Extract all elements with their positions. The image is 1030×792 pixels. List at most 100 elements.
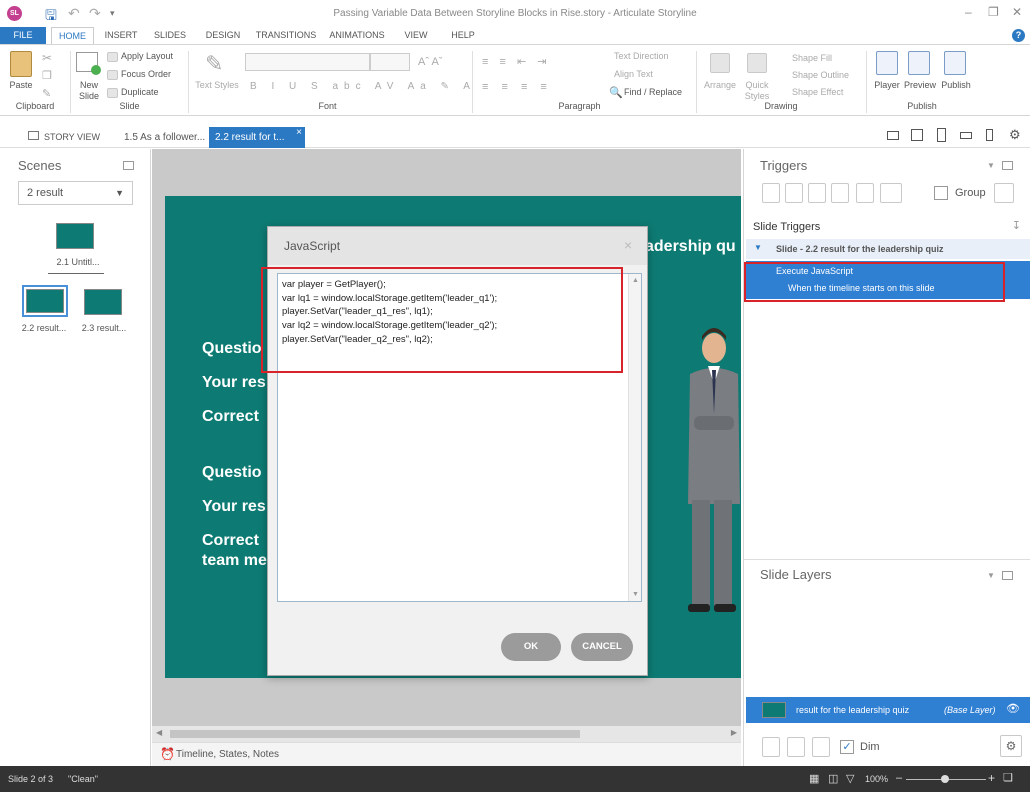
menu-slides[interactable]: SLIDES	[152, 27, 188, 44]
panel-menu-icon[interactable]: ▼	[987, 161, 995, 170]
zoom-out-icon[interactable]: –	[896, 772, 902, 784]
normal-view-icon[interactable]: ▦	[809, 772, 819, 785]
duplicate-layer-icon[interactable]	[787, 737, 805, 757]
align-text-button[interactable]: Align Text	[614, 69, 653, 79]
find-replace-button[interactable]: Find / Replace	[624, 87, 682, 97]
gear-icon[interactable]: ⚙	[1009, 127, 1021, 143]
quick-styles-button[interactable]: Quick Styles	[740, 80, 774, 102]
slide-thumbnail-2-3[interactable]	[84, 289, 122, 315]
scroll-thumb[interactable]	[170, 730, 580, 738]
layer-settings-icon[interactable]: ⚙	[1000, 735, 1022, 757]
slide-thumbnail-2-2-selected[interactable]	[22, 285, 68, 317]
new-slide-button[interactable]: New Slide	[73, 80, 105, 102]
shape-fill-button[interactable]: Shape Fill	[792, 53, 832, 63]
new-trigger-icon[interactable]	[762, 183, 780, 203]
delete-layer-icon[interactable]	[812, 737, 830, 757]
scene-dropdown[interactable]: 2 result ▼	[18, 181, 133, 205]
minimize-icon[interactable]: –	[965, 5, 972, 19]
player-button[interactable]: Player	[872, 80, 902, 90]
copy-icon[interactable]: ❐	[42, 69, 52, 82]
slide-thumbnail-2-1[interactable]	[56, 223, 94, 249]
shape-effect-button[interactable]: Shape Effect	[792, 87, 843, 97]
panel-menu-icon[interactable]: ▼	[987, 571, 995, 580]
restore-icon[interactable]: ❐	[988, 5, 999, 19]
dim-checkbox[interactable]: ✓	[840, 740, 854, 754]
trigger-slide-row[interactable]: ▼ Slide - 2.2 result for the leadership …	[746, 239, 1030, 259]
zoom-slider-thumb[interactable]	[941, 775, 949, 783]
text-styles-icon[interactable]: ✎	[205, 51, 223, 77]
publish-button[interactable]: Publish	[939, 80, 973, 90]
tab-slide-1-5[interactable]: 1.5 As a follower...	[118, 127, 211, 148]
tab-story-view[interactable]: STORY VIEW	[38, 127, 106, 148]
menu-design[interactable]: DESIGN	[202, 27, 244, 44]
focus-order-button[interactable]: Focus Order	[121, 69, 171, 79]
eye-icon[interactable]: 👁	[1006, 702, 1020, 715]
text-direction-button[interactable]: Text Direction	[614, 51, 669, 61]
text-styles-button[interactable]: Text Styles	[193, 80, 241, 90]
fit-icon[interactable]: ▽	[846, 772, 854, 785]
scroll-left-icon[interactable]: ◀	[156, 728, 162, 737]
trigger-settings-icon[interactable]	[994, 183, 1014, 203]
help-icon[interactable]: ?	[1012, 29, 1025, 42]
desktop-view-icon[interactable]	[887, 131, 899, 140]
apply-layout-button[interactable]: Apply Layout	[121, 51, 173, 61]
menu-view[interactable]: VIEW	[398, 27, 434, 44]
font-family-select[interactable]	[245, 53, 370, 71]
font-size-select[interactable]	[370, 53, 410, 71]
move-trigger-icon[interactable]	[880, 183, 902, 203]
menu-help[interactable]: HELP	[446, 27, 480, 44]
menu-home[interactable]: HOME	[51, 27, 94, 44]
dialog-close-icon[interactable]: ×	[624, 237, 632, 253]
code-scrollbar[interactable]: ▲ ▼	[628, 274, 641, 601]
format-painter-icon[interactable]: ✎	[42, 87, 51, 100]
timeline-bar[interactable]: ⏰ Timeline, States, Notes	[152, 742, 741, 766]
ok-button[interactable]: OK	[501, 633, 561, 661]
menu-animations[interactable]: ANIMATIONS	[327, 27, 387, 44]
list-icons[interactable]: ≡ ≡ ⇤ ⇥	[482, 55, 550, 68]
menu-transitions[interactable]: TRANSITIONS	[254, 27, 318, 44]
story-tabs: STORY VIEW 1.5 As a follower... 2.2 resu…	[0, 124, 1030, 148]
arrange-button[interactable]: Arrange	[702, 80, 738, 90]
menu-insert[interactable]: INSERT	[103, 27, 139, 44]
cancel-button[interactable]: CANCEL	[571, 633, 633, 661]
phone-landscape-icon[interactable]	[960, 132, 972, 139]
scroll-up-icon[interactable]: ▲	[632, 277, 639, 284]
slide-sorter-icon[interactable]: ◫	[828, 772, 838, 785]
restore-panel-icon[interactable]	[1002, 161, 1013, 170]
canvas-horizontal-scrollbar[interactable]: ◀ ▶	[152, 726, 741, 742]
preview-button[interactable]: Preview	[903, 80, 937, 90]
new-layer-icon[interactable]	[762, 737, 780, 757]
collapse-icon[interactable]: ↧	[1012, 219, 1021, 232]
close-tab-icon[interactable]: ×	[296, 122, 302, 143]
edit-trigger-icon[interactable]	[785, 183, 803, 203]
close-window-icon[interactable]: ✕	[1012, 5, 1022, 19]
menu-file[interactable]: FILE	[0, 27, 46, 44]
paste-trigger-icon[interactable]	[831, 183, 849, 203]
phone-portrait-icon[interactable]	[986, 129, 993, 141]
slide-team-member: team me	[202, 552, 267, 569]
font-format-icons[interactable]: B I U S abc AV Aa ✎ A	[250, 81, 476, 92]
base-layer-row[interactable]: result for the leadership quiz (Base Lay…	[746, 697, 1030, 723]
fit-window-icon[interactable]: ❏	[1003, 771, 1013, 784]
publish-icon	[944, 51, 966, 75]
group-checkbox[interactable]	[934, 186, 948, 200]
grow-font-icon[interactable]: Aˆ Aˇ	[418, 56, 442, 68]
copy-trigger-icon[interactable]	[808, 183, 826, 203]
paste-icon[interactable]	[10, 51, 32, 77]
shape-outline-button[interactable]: Shape Outline	[792, 70, 849, 80]
cut-icon[interactable]: ✂	[42, 51, 52, 65]
align-icons[interactable]: ≡ ≡ ≡ ≡	[482, 81, 552, 93]
delete-trigger-icon[interactable]	[856, 183, 874, 203]
restore-panel-icon[interactable]	[1002, 571, 1013, 580]
tablet-landscape-icon[interactable]	[911, 129, 923, 141]
scroll-right-icon[interactable]: ▶	[731, 728, 737, 737]
expand-icon[interactable]: ▼	[754, 243, 762, 252]
duplicate-button[interactable]: Duplicate	[121, 87, 159, 97]
group-label: Group	[955, 187, 986, 199]
tablet-portrait-icon[interactable]	[937, 128, 946, 142]
tab-slide-2-2[interactable]: 2.2 result for t... ×	[209, 127, 305, 148]
paste-button[interactable]: Paste	[6, 80, 36, 90]
zoom-in-icon[interactable]: +	[988, 771, 995, 785]
scroll-down-icon[interactable]: ▼	[632, 591, 639, 598]
restore-panel-icon[interactable]	[123, 161, 134, 170]
